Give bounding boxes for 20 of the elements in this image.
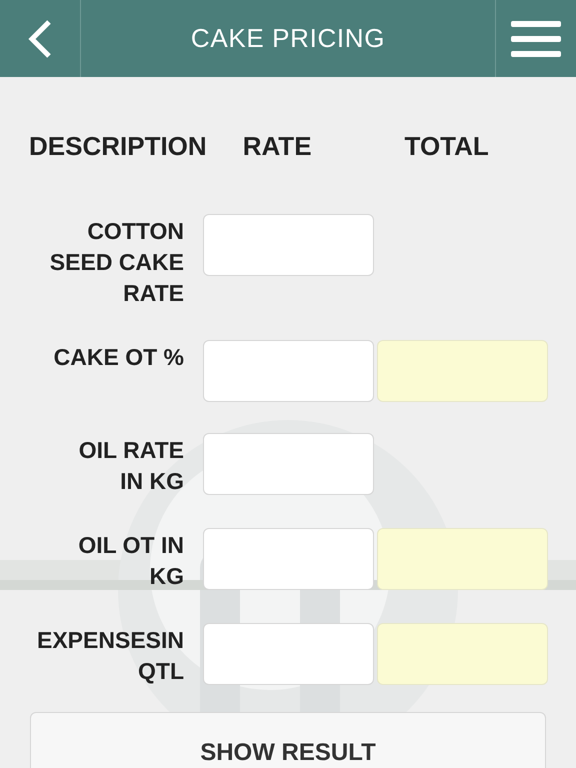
field-label: OIL RATE IN KG	[78, 436, 185, 496]
total-field[interactable]	[377, 623, 548, 685]
rate-input[interactable]	[203, 214, 374, 276]
total-field[interactable]	[377, 528, 548, 590]
rate-input[interactable]	[203, 623, 374, 685]
field-label: COTTON SEED CAKE RATE	[48, 217, 185, 308]
field-label: OIL OT IN KG	[77, 531, 185, 591]
rate-input[interactable]	[203, 340, 374, 402]
rate-input[interactable]	[203, 433, 374, 495]
column-header: DESCRIPTION	[29, 130, 207, 162]
menu-icon	[511, 18, 561, 58]
back-icon	[27, 18, 53, 58]
field-label: CAKE OT %	[52, 343, 185, 372]
total-field[interactable]	[377, 340, 548, 402]
page-title: CAKE PRICING	[190, 22, 386, 55]
show-result-button[interactable]: SHOW RESULT	[30, 712, 546, 768]
column-header: RATE	[242, 130, 312, 162]
column-header: TOTAL	[404, 130, 489, 162]
rate-input[interactable]	[203, 528, 374, 590]
field-label: EXPENSESIN QTL	[36, 626, 185, 686]
